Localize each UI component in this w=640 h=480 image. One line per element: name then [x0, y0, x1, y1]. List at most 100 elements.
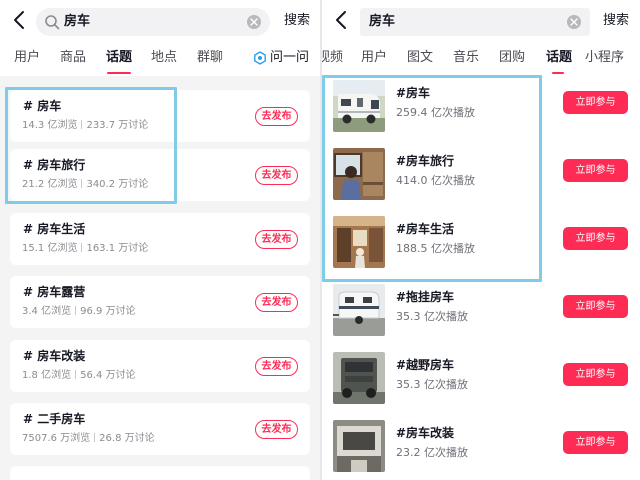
- tab-ask-label: 问一问: [270, 50, 310, 65]
- topic-title: # 房车旅行: [23, 158, 86, 172]
- topic-title: #房车旅行: [396, 154, 455, 168]
- topic-title: #房车生活: [396, 222, 455, 236]
- topic-card[interactable]: # 房车改装 1.8 亿浏览 56.4 万讨论 去发布: [10, 340, 310, 392]
- topic-card[interactable]: # 房车生活 15.1 亿浏览 163.1 万讨论 去发布: [10, 213, 310, 265]
- topic-title: #房车改装: [396, 426, 455, 440]
- publish-button[interactable]: 去发布: [255, 107, 298, 126]
- result-tabs: 用户 商品 话题 地点 群聊 问一问: [0, 40, 320, 76]
- tab-music[interactable]: 音乐: [453, 49, 479, 67]
- active-tab-underline: [107, 72, 131, 74]
- topic-plays: 35.3 亿次播放: [396, 378, 468, 391]
- tab-users[interactable]: 用户: [361, 49, 387, 67]
- topic-row[interactable]: #房车 259.4 亿次播放 立即参与: [322, 72, 640, 140]
- topic-thumbnail: [333, 420, 385, 472]
- tab-group-buy[interactable]: 团购: [499, 49, 525, 67]
- topic-title: # 房车生活: [23, 222, 86, 236]
- publish-button[interactable]: 去发布: [255, 357, 298, 376]
- topic-meta: 14.3 亿浏览 233.7 万讨论: [22, 119, 148, 132]
- topic-plays: 188.5 亿次播放: [396, 242, 475, 255]
- topic-discussions: 56.4 万讨论: [80, 370, 136, 381]
- topic-title: #房车: [396, 86, 431, 100]
- meta-divider: [94, 433, 96, 442]
- topic-card-partial: [10, 466, 310, 480]
- join-button[interactable]: 立即参与: [563, 431, 628, 454]
- topic-views: 1.8 亿浏览: [22, 370, 72, 381]
- tab-video[interactable]: 视频: [322, 49, 343, 67]
- topic-views: 15.1 亿浏览: [22, 243, 78, 254]
- topic-discussions: 340.2 万讨论: [86, 179, 149, 190]
- search-header: 房车 搜索: [0, 0, 320, 40]
- topic-meta: 21.2 亿浏览 340.2 万讨论: [22, 178, 148, 191]
- topic-title: # 房车露营: [23, 285, 86, 299]
- tab-users[interactable]: 用户: [14, 49, 40, 67]
- clear-icon[interactable]: [247, 15, 261, 29]
- topic-row[interactable]: #房车生活 188.5 亿次播放 立即参与: [322, 208, 640, 276]
- tab-products[interactable]: 商品: [60, 49, 86, 67]
- topic-discussions: 26.8 万讨论: [99, 433, 155, 444]
- topic-title: # 房车改装: [23, 349, 86, 363]
- meta-divider: [75, 370, 77, 379]
- topic-title: #拖挂房车: [396, 290, 455, 304]
- topic-meta: 1.8 亿浏览 56.4 万讨论: [22, 369, 136, 382]
- topic-row[interactable]: #越野房车 35.3 亿次播放 立即参与: [322, 344, 640, 412]
- publish-button[interactable]: 去发布: [255, 420, 298, 439]
- topic-thumbnail: [333, 80, 385, 132]
- join-button[interactable]: 立即参与: [563, 159, 628, 182]
- tab-mini-program[interactable]: 小程序: [585, 49, 624, 67]
- topic-views: 14.3 亿浏览: [22, 120, 78, 131]
- publish-button[interactable]: 去发布: [255, 166, 298, 185]
- topic-card[interactable]: # 房车露营 3.4 亿浏览 96.9 万讨论 去发布: [10, 276, 310, 328]
- topic-card[interactable]: # 房车旅行 21.2 亿浏览 340.2 万讨论 去发布: [10, 149, 310, 201]
- topic-discussions: 96.9 万讨论: [80, 306, 136, 317]
- topic-title: # 房车: [23, 99, 62, 113]
- join-button[interactable]: 立即参与: [563, 227, 628, 250]
- topic-thumbnail: [333, 284, 385, 336]
- publish-button[interactable]: 去发布: [255, 230, 298, 249]
- back-arrow-icon[interactable]: [10, 9, 30, 31]
- topic-thumbnail: [333, 216, 385, 268]
- topic-plays: 23.2 亿次播放: [396, 446, 468, 459]
- tab-places[interactable]: 地点: [151, 49, 177, 67]
- clear-icon[interactable]: [567, 15, 581, 29]
- meta-divider: [81, 179, 83, 188]
- join-button[interactable]: 立即参与: [563, 295, 628, 318]
- topic-discussions: 233.7 万讨论: [86, 120, 149, 131]
- ask-icon: [254, 51, 266, 65]
- topic-thumbnail: [333, 148, 385, 200]
- meta-divider: [81, 120, 83, 129]
- topic-meta: 15.1 亿浏览 163.1 万讨论: [22, 242, 148, 255]
- search-query: 房车: [64, 14, 91, 29]
- tab-image-text[interactable]: 图文: [407, 49, 433, 67]
- tab-topics[interactable]: 话题: [106, 49, 132, 67]
- topic-row[interactable]: #房车旅行 414.0 亿次播放 立即参与: [322, 140, 640, 208]
- right-search-panel: 房车 搜索 视频 用户 图文 音乐 团购 话题 小程序 #房车 259.4 亿次…: [322, 0, 640, 480]
- topic-plays: 35.3 亿次播放: [396, 310, 468, 323]
- search-button[interactable]: 搜索: [603, 12, 629, 30]
- topic-thumbnail: [333, 352, 385, 404]
- back-arrow-icon[interactable]: [332, 9, 352, 31]
- topic-row[interactable]: #房车改装 23.2 亿次播放 立即参与: [322, 412, 640, 480]
- join-button[interactable]: 立即参与: [563, 363, 628, 386]
- search-input[interactable]: 房车: [360, 8, 590, 36]
- meta-divider: [75, 306, 77, 315]
- search-input[interactable]: 房车: [36, 8, 270, 36]
- left-search-panel: 房车 搜索 用户 商品 话题 地点 群聊 问一问 # 房车 14.3 亿浏览 23…: [0, 0, 320, 480]
- topic-meta: 3.4 亿浏览 96.9 万讨论: [22, 305, 136, 318]
- publish-button[interactable]: 去发布: [255, 293, 298, 312]
- topic-views: 7507.6 万浏览: [22, 433, 91, 444]
- search-icon: [44, 14, 60, 30]
- topic-plays: 414.0 亿次播放: [396, 174, 475, 187]
- search-query: 房车: [369, 14, 396, 29]
- tab-groups[interactable]: 群聊: [197, 49, 223, 67]
- topic-row[interactable]: #拖挂房车 35.3 亿次播放 立即参与: [322, 276, 640, 344]
- result-tabs: 视频 用户 图文 音乐 团购 话题 小程序: [322, 40, 640, 76]
- topic-title: # 二手房车: [23, 412, 86, 426]
- topic-card[interactable]: # 二手房车 7507.6 万浏览 26.8 万讨论 去发布: [10, 403, 310, 455]
- tab-topics[interactable]: 话题: [546, 49, 572, 67]
- join-button[interactable]: 立即参与: [563, 91, 628, 114]
- search-header: 房车 搜索: [322, 0, 640, 40]
- topic-views: 3.4 亿浏览: [22, 306, 72, 317]
- topic-card[interactable]: # 房车 14.3 亿浏览 233.7 万讨论 去发布: [10, 90, 310, 142]
- search-button[interactable]: 搜索: [284, 12, 310, 30]
- topic-views: 21.2 亿浏览: [22, 179, 78, 190]
